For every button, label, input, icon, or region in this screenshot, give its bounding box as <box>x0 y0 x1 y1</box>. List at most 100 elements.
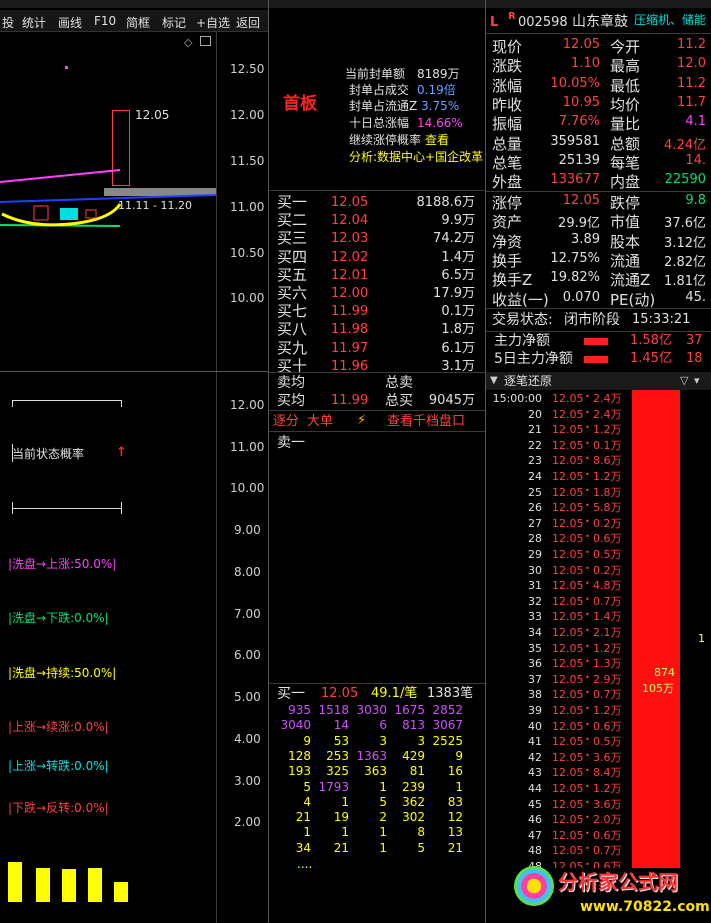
quote-value: 4.1 <box>685 114 706 130</box>
flow-extra: 37 <box>686 333 703 348</box>
tick-arrow-icon: • <box>585 563 590 573</box>
tick-price: 12.05 <box>552 782 584 795</box>
queue-cell: 5 <box>303 779 311 794</box>
tab-big-order[interactable]: 大单 <box>307 415 333 428</box>
bid-price: 12.02 <box>331 249 369 265</box>
toolbar-item-mark[interactable]: 标记 <box>162 14 186 31</box>
tick-arrow-icon: • <box>585 750 590 760</box>
tick-time: 44 <box>528 782 542 795</box>
trade-status: 交易状态: 闭市阶段 15:33:21 <box>486 310 711 330</box>
tick-time: 29 <box>528 548 542 561</box>
avg-sell-label: 卖均 <box>277 375 305 391</box>
flow-extra: 18 <box>686 351 703 366</box>
bar-value: 874 <box>654 666 675 679</box>
tick-volume: 2.9万 <box>593 672 622 686</box>
tick-time: 38 <box>528 688 542 702</box>
queue-cell: 9 <box>303 733 311 748</box>
bid-volume: 9.9万 <box>441 213 475 229</box>
y-tick: 11.50 <box>230 154 265 168</box>
tick-price: 12.05 <box>552 672 584 686</box>
bid-volume: 8188.6万 <box>416 195 476 210</box>
toolbar-item-back[interactable]: 返回 <box>236 14 260 31</box>
info-value: 14.66% <box>417 116 463 130</box>
bottom-y-axis: 12.00 11.00 10.00 9.00 8.00 7.00 6.00 5.… <box>222 372 268 923</box>
total-buy-value: 9045万 <box>428 393 475 408</box>
watermark-logo: 分析家公式网 www.70822.com <box>500 858 711 923</box>
tick-volume: 8.4万 <box>593 766 622 780</box>
tab-depth[interactable]: 查看千档盘口 <box>387 415 465 428</box>
tick-arrow-icon: • <box>585 392 590 401</box>
quote-key: 现价 <box>492 38 523 56</box>
tick-price: 12.05 <box>552 735 584 749</box>
indicator-panel[interactable]: 当前状态概率 ↑ |洗盘→上涨:50.0%| |洗盘→下跌:0.0%| |洗盘→… <box>0 372 216 923</box>
queue-cell: 21 <box>447 840 463 855</box>
intraday-chart[interactable]: ◇ 12.05 11.11 - 11.20 <box>0 32 216 371</box>
flow-bar <box>584 356 608 363</box>
prob-wash-down: |洗盘→下跌:0.0%| <box>8 611 109 625</box>
chevron-down-icon[interactable]: ▼ <box>490 376 498 386</box>
tick-time: 24 <box>528 470 542 483</box>
left-bar <box>12 444 13 462</box>
y-tick: 12.50 <box>230 62 265 76</box>
quote-value: 7.76% <box>558 114 600 130</box>
info-key: 继续涨停概率 <box>349 133 422 147</box>
tick-volume: 4.8万 <box>593 579 622 593</box>
filter-icon[interactable]: ▽ <box>680 375 688 386</box>
queue-cell: 19 <box>333 810 349 825</box>
toolbar-item-watchlist[interactable]: +自选 <box>196 14 230 31</box>
queue-cell: 83 <box>447 794 463 809</box>
first-board-badge: 首板 <box>283 94 317 114</box>
queue-cell: 16 <box>447 764 463 779</box>
tick-arrow-icon: • <box>585 641 590 651</box>
quote-value: 25139 <box>558 152 600 168</box>
toolbar-item-draw[interactable]: 画线 <box>58 14 82 31</box>
bid-volume: 74.2万 <box>433 231 475 247</box>
tick-price: 12.05 <box>552 438 584 452</box>
bid-price: 11.99 <box>331 304 369 320</box>
queue-cell: 5 <box>379 794 387 809</box>
tick-volume: 1.2万 <box>593 423 622 437</box>
tick-price: 12.05 <box>552 548 584 561</box>
queue-cell: 34 <box>295 840 311 855</box>
quote-value: 10.95 <box>562 94 600 110</box>
toolbar-item-simple[interactable]: 简框 <box>126 14 150 31</box>
tick-arrow-icon: • <box>585 516 590 526</box>
tick-price: 12.05 <box>552 563 584 577</box>
tick-arrow-icon: • <box>585 470 590 479</box>
flow-label: 5日主力净额 <box>494 351 573 367</box>
tab-by-minute[interactable]: 逐分 <box>273 415 299 428</box>
tick-arrow-icon: • <box>585 532 590 542</box>
quote-value: 14. <box>685 152 706 168</box>
flow-bar <box>584 338 608 345</box>
queue-cell: 53 <box>333 733 349 748</box>
queue-cell: 1 <box>379 825 387 840</box>
queue-cell: 2 <box>379 810 387 825</box>
lightning-icon[interactable]: ⚡ <box>357 414 366 427</box>
queue-avg: 49.1/笔 <box>371 686 418 701</box>
bid-price: 12.04 <box>331 213 369 229</box>
queue-cell: 1 <box>379 779 387 794</box>
tick-arrow-icon: • <box>585 485 590 495</box>
tick-arrow-icon: • <box>585 438 590 448</box>
volume-bar <box>114 882 128 902</box>
toolbar-item-f10[interactable]: F10 <box>94 14 116 28</box>
tick-time: 46 <box>528 813 542 827</box>
queue-more: .... <box>297 857 313 871</box>
volume-column <box>632 390 680 868</box>
toolbar-item-stats[interactable]: 统计 <box>22 14 46 31</box>
continue-limit-link[interactable]: 查看 <box>425 134 449 146</box>
prob-down-reverse: |下跌→反转:0.0%| <box>8 801 109 815</box>
toolbar-item[interactable]: 投 <box>2 14 14 31</box>
bracket-bottom <box>12 502 122 514</box>
ticks-title[interactable]: 逐笔还原 <box>504 375 552 387</box>
tick-price: 12.05 <box>552 579 584 593</box>
tick-volume: 1.2万 <box>593 704 622 717</box>
bid-label: 买一 <box>277 193 308 211</box>
tick-price: 12.05 <box>552 392 584 405</box>
quote-key: 涨跌 <box>492 57 523 76</box>
queue-cell: 1518 <box>318 703 349 717</box>
y-tick: 10.50 <box>230 246 265 260</box>
dropdown-icon[interactable]: ▾ <box>694 375 700 386</box>
queue-cell: 12 <box>447 810 463 825</box>
tick-volume: 1.2万 <box>593 641 622 655</box>
